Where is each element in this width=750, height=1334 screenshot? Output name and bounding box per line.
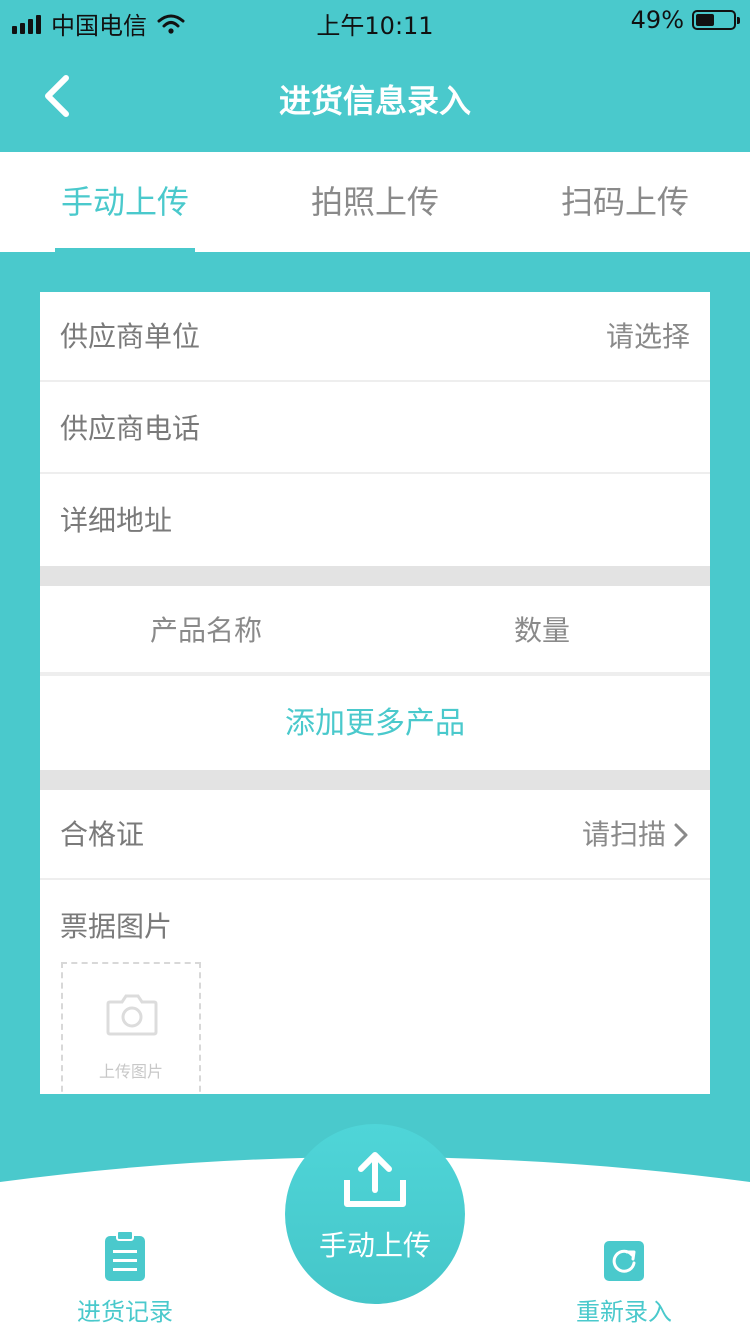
supplier-unit-label: 供应商单位 [60,320,201,353]
add-more-products-button[interactable]: 添加更多产品 [40,678,710,770]
purchase-records-label: 进货记录 [77,1298,173,1326]
certificate-row[interactable]: 合格证 请扫描 [40,790,710,880]
section-divider [40,770,710,790]
tab-photo-upload[interactable]: 拍照上传 [250,152,500,252]
upload-mode-tabs: 手动上传 拍照上传 扫码上传 [0,152,750,252]
receipt-row: 票据图片 [40,882,710,972]
clipboard-icon [105,1230,145,1281]
supplier-phone-label: 供应商电话 [60,412,201,445]
re-enter-label: 重新录入 [576,1298,672,1326]
battery-icon [692,10,740,30]
receipt-label: 票据图片 [60,910,173,943]
refresh-icon [604,1241,644,1281]
battery-percent: 49% [630,6,684,34]
upload-icon [344,1152,406,1207]
tab-manual-upload[interactable]: 手动上传 [0,152,250,252]
quantity-header: 数量 [514,614,571,647]
bottom-bar: 进货记录 手动上传 重新录入 [0,1094,750,1334]
address-label: 详细地址 [60,504,173,537]
nav-bar: 进货信息录入 [0,40,750,152]
upload-image-caption: 上传图片 [98,1062,163,1081]
product-table-header: 产品名称 数量 [40,586,710,676]
product-name-header: 产品名称 [150,614,263,647]
camera-icon [106,994,158,1036]
address-row[interactable]: 详细地址 [40,476,710,566]
chevron-right-icon [674,823,688,847]
status-bar: 中国电信 上午10:11 49% [0,0,750,40]
tab-scan-upload[interactable]: 扫码上传 [500,152,750,252]
supplier-unit-select[interactable]: 请选择 [606,292,690,382]
page-title: 进货信息录入 [278,82,471,120]
purchase-records-button[interactable]: 进货记录 [50,1230,200,1327]
entry-form-card: 供应商单位 请选择 供应商电话 详细地址 产品名称 数量 添加更多产品 合格证 … [40,292,710,1094]
certificate-scan-button[interactable]: 请扫描 [582,790,690,880]
upload-image-button[interactable]: 上传图片 [61,962,201,1094]
supplier-phone-row[interactable]: 供应商电话 [40,384,710,474]
manual-upload-submit-label: 手动上传 [318,1229,431,1262]
supplier-unit-row[interactable]: 供应商单位 请选择 [40,292,710,382]
section-divider [40,566,710,586]
re-enter-button[interactable]: 重新录入 [549,1230,699,1327]
add-more-row: 添加更多产品 [40,678,710,770]
certificate-scan-label: 请扫描 [581,818,666,851]
manual-upload-submit-button[interactable]: 手动上传 [285,1124,465,1304]
certificate-label: 合格证 [60,818,145,851]
